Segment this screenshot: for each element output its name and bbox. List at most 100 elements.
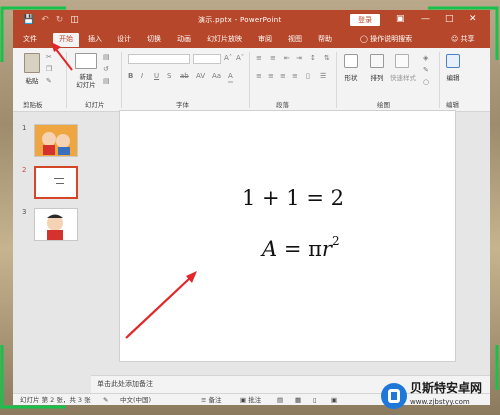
paste-button[interactable]: 粘贴 xyxy=(22,77,42,85)
tab-view[interactable]: 视图 xyxy=(288,34,302,44)
equation-one-plus-one[interactable]: 1 + 1 = 2 xyxy=(242,186,344,210)
quick-styles-button[interactable]: 快速样式 xyxy=(387,74,419,82)
ribbon-display-options-icon[interactable]: ▣ xyxy=(396,13,405,25)
share-button[interactable]: ☺ 共享 xyxy=(451,34,475,44)
bold-button[interactable]: B xyxy=(128,72,133,81)
tab-design[interactable]: 设计 xyxy=(117,34,131,44)
section-icon[interactable]: ▤ xyxy=(103,77,110,86)
group-font-label: 字体 xyxy=(176,101,189,109)
slide-thumbnail-2[interactable] xyxy=(34,166,78,199)
font-name-dropdown[interactable] xyxy=(128,54,190,64)
font-color-button[interactable]: A xyxy=(228,72,233,83)
start-from-beginning-icon[interactable]: ◫ xyxy=(70,14,79,26)
copy-icon[interactable]: ❐ xyxy=(46,65,52,74)
new-slide-button[interactable]: 新建 幻灯片 xyxy=(71,73,101,89)
italic-button[interactable]: I xyxy=(141,72,143,81)
slide-thumbnail-pane: 1 2 3 xyxy=(13,112,103,382)
reading-view-icon[interactable]: ▯ xyxy=(313,395,317,405)
login-button[interactable]: 登录 xyxy=(350,14,380,26)
slide-position-status: 幻灯片 第 2 张，共 3 张 xyxy=(20,396,91,404)
undo-icon[interactable]: ↶ xyxy=(41,14,49,26)
strikethrough-button[interactable]: ab xyxy=(180,72,189,81)
shapes-button[interactable]: 形状 xyxy=(340,74,362,82)
align-right-icon[interactable]: ≡ xyxy=(280,72,286,81)
tab-insert[interactable]: 插入 xyxy=(88,34,102,44)
bullets-icon[interactable]: ≡ xyxy=(256,54,262,63)
arrange-icon[interactable] xyxy=(370,54,384,68)
person-icon: ☺ xyxy=(451,35,459,43)
language-status[interactable]: 中文(中国) xyxy=(120,395,151,405)
cut-icon[interactable]: ✂ xyxy=(46,53,52,62)
notes-toggle[interactable]: ≡ 备注 xyxy=(201,395,222,405)
align-center-icon[interactable]: ≡ xyxy=(268,72,274,81)
font-size-dropdown[interactable] xyxy=(193,54,221,64)
eq2-radius: r xyxy=(321,237,332,261)
slide-sorter-icon[interactable]: ▦ xyxy=(295,395,301,405)
tab-slide-show[interactable]: 幻灯片放映 xyxy=(207,34,242,44)
tab-review[interactable]: 审阅 xyxy=(258,34,272,44)
shadow-button[interactable]: S xyxy=(167,72,171,81)
ribbon-tabs: 文件 开始 插入 设计 切换 动画 幻灯片放映 审阅 视图 帮助 ◯ 操作说明搜… xyxy=(13,30,490,48)
columns-icon[interactable]: ▯ xyxy=(306,72,310,81)
reset-icon[interactable]: ↺ xyxy=(103,65,109,74)
shapes-icon[interactable] xyxy=(344,54,358,68)
change-case-button[interactable]: Aa xyxy=(212,72,221,81)
tab-transitions[interactable]: 切换 xyxy=(147,34,161,44)
tab-home[interactable]: 开始 xyxy=(53,33,79,47)
tell-me-search[interactable]: ◯ 操作说明搜索 xyxy=(360,34,412,44)
group-separator xyxy=(66,52,67,108)
minimize-icon[interactable]: — xyxy=(421,13,430,25)
justify-icon[interactable]: ≡ xyxy=(292,72,298,81)
eq2-lhs: A xyxy=(262,237,278,261)
shape-effects-icon[interactable]: ○ xyxy=(423,78,429,87)
close-icon[interactable]: ✕ xyxy=(469,13,477,25)
shape-fill-icon[interactable]: ◈ xyxy=(423,54,428,63)
editing-button[interactable]: 编辑 xyxy=(441,74,465,82)
thumbnail-number: 3 xyxy=(22,208,27,216)
tab-file[interactable]: 文件 xyxy=(23,34,37,44)
cartoon-picture-icon xyxy=(35,125,77,156)
maximize-icon[interactable]: □ xyxy=(445,13,454,25)
slide-thumbnail-1[interactable] xyxy=(34,124,78,157)
tab-help[interactable]: 帮助 xyxy=(318,34,332,44)
site-watermark: 贝斯特安卓网 www.zjbstyy.com xyxy=(378,377,500,415)
equation-circle-area[interactable]: A = πr2 xyxy=(262,230,340,263)
cartoon-picture-icon xyxy=(35,209,77,240)
quick-styles-icon[interactable] xyxy=(395,54,409,68)
align-left-icon[interactable]: ≡ xyxy=(256,72,262,81)
redo-icon[interactable]: ↻ xyxy=(56,14,64,26)
slideshow-view-icon[interactable]: ▣ xyxy=(331,395,337,405)
line-spacing-icon[interactable]: ↕ xyxy=(310,54,316,63)
decrease-font-icon[interactable]: Aˇ xyxy=(236,54,244,63)
thumbnail-number: 2 xyxy=(22,166,27,174)
slide-thumbnail-3[interactable] xyxy=(34,208,78,241)
ribbon-home: 粘贴 ✂ ❐ ✎ 剪贴板 新建 幻灯片 ▤ ↺ ▤ 幻灯片 Aˆ Aˇ B I … xyxy=(13,48,490,112)
normal-view-icon[interactable]: ▤ xyxy=(277,395,283,405)
text-direction-icon[interactable]: ⇅ xyxy=(324,54,330,63)
share-label: 共享 xyxy=(460,35,475,43)
comments-toggle[interactable]: ▣ 批注 xyxy=(240,395,261,405)
window-title: 演示.pptx - PowerPoint xyxy=(198,16,282,24)
watermark-logo xyxy=(381,383,407,409)
layout-icon[interactable]: ▤ xyxy=(103,53,110,62)
group-paragraph-label: 段落 xyxy=(276,101,289,109)
save-icon[interactable]: 💾 xyxy=(23,14,34,26)
paste-icon[interactable] xyxy=(24,53,40,73)
spellcheck-icon[interactable]: ✎ xyxy=(103,395,108,405)
underline-button[interactable]: U xyxy=(154,72,159,81)
notes-icon: ≡ xyxy=(201,396,207,404)
format-painter-icon[interactable]: ✎ xyxy=(46,77,52,86)
character-spacing-button[interactable]: AV xyxy=(196,72,205,81)
group-editing-label: 编辑 xyxy=(446,101,459,109)
decrease-indent-icon[interactable]: ⇤ xyxy=(284,54,290,63)
align-text-icon[interactable]: ☰ xyxy=(320,72,326,81)
increase-font-icon[interactable]: Aˆ xyxy=(224,54,232,63)
numbering-icon[interactable]: ≡ xyxy=(270,54,276,63)
increase-indent-icon[interactable]: ⇥ xyxy=(296,54,302,63)
arrange-button[interactable]: 排列 xyxy=(366,74,388,82)
eq2-equals-pi: = π xyxy=(277,237,322,261)
tab-animations[interactable]: 动画 xyxy=(177,34,191,44)
new-slide-icon[interactable] xyxy=(75,53,97,69)
shape-outline-icon[interactable]: ✎ xyxy=(423,66,429,75)
find-icon[interactable] xyxy=(446,54,460,68)
